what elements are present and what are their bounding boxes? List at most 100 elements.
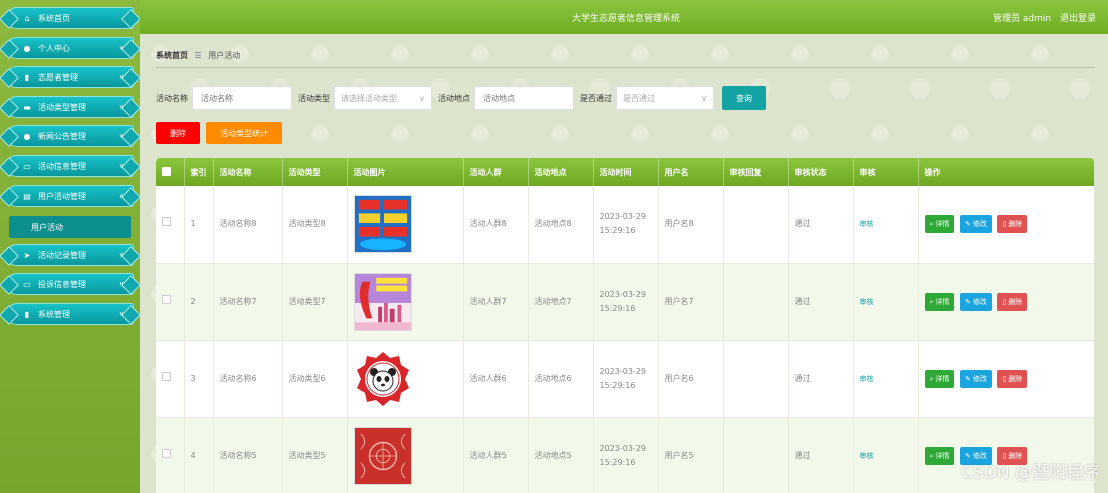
row-checkbox[interactable] xyxy=(156,186,185,264)
cell-operations: ⌕ 详情 ✎ 修改 ▯ 删除 xyxy=(918,340,1094,418)
activity-image-poster-blue xyxy=(353,195,412,254)
detail-button[interactable]: ⌕ 详情 xyxy=(924,369,955,388)
cell-time: 2023-03-29 15:29:16 xyxy=(593,263,659,341)
chevron-down-icon: ∨ xyxy=(118,280,124,288)
sidebar-item-personal-center[interactable]: ● 个人中心 ∨ xyxy=(6,37,134,59)
breadcrumb-home[interactable]: 系统首页 xyxy=(156,51,188,60)
sidebar-subitem-user-activity[interactable]: 用户活动 xyxy=(9,216,131,238)
send-icon: ➤ xyxy=(23,250,31,260)
sidebar-item-activity-info-management[interactable]: ▭ 活动信息管理 ∨ xyxy=(6,155,134,177)
sidebar-item-activity-record-management[interactable]: ➤ 活动记录管理 ∨ xyxy=(6,244,134,266)
trash-icon: ▯ xyxy=(1002,374,1007,383)
chart-icon: ▮ xyxy=(24,72,30,82)
sidebar-subitem-label: 用户活动 xyxy=(31,222,63,232)
cell-name: 活动名称7 xyxy=(213,263,283,341)
select-all-checkbox[interactable] xyxy=(156,158,185,186)
delete-button[interactable]: ▯ 删除 xyxy=(997,369,1028,388)
column-header: 活动名称 xyxy=(213,158,283,186)
activity-type-select[interactable]: 请选择活动类型 ∨ xyxy=(334,86,432,110)
chat-icon: ▭ xyxy=(23,161,31,171)
detail-button[interactable]: ⌕ 详情 xyxy=(924,215,955,234)
logout-link[interactable]: 退出登录 xyxy=(1060,14,1096,24)
sidebar-item-user-activity-management[interactable]: ▤ 用户活动管理 ∧ xyxy=(6,185,134,207)
cell-reply xyxy=(723,340,789,418)
query-button[interactable]: 查询 xyxy=(722,86,766,110)
edit-label: 修改 xyxy=(972,374,987,383)
cell-audit: 审核 xyxy=(853,186,919,264)
sidebar-item-system-management[interactable]: ▮ 系统管理 ∨ xyxy=(6,303,134,325)
edit-label: 修改 xyxy=(972,297,987,306)
sidebar-item-label: 系统管理 xyxy=(38,309,70,319)
delete-button[interactable]: ▯ 删除 xyxy=(997,292,1028,311)
chart-icon: ▮ xyxy=(24,309,30,319)
row-checkbox[interactable] xyxy=(156,263,185,341)
row-checkbox[interactable] xyxy=(156,340,185,418)
cell-crowd: 活动人群6 xyxy=(463,340,529,418)
cell-reply xyxy=(723,263,789,341)
sidebar-item-label: 投诉信息管理 xyxy=(38,279,86,289)
main-content: 系统首页 ☰ 用户活动 活动名称 活动类型 请选择活动类型 ∨ 活动地点 是否通… xyxy=(140,34,1108,493)
cell-type: 活动类型6 xyxy=(282,340,348,418)
activity-place-input[interactable] xyxy=(474,86,574,110)
search-form: 活动名称 活动类型 请选择活动类型 ∨ 活动地点 是否通过 是否通过 ∨ 查询 xyxy=(156,86,1106,110)
activity-image-logo-panda xyxy=(353,349,412,408)
cell-reply xyxy=(723,186,789,264)
audit-link[interactable]: 审核 xyxy=(860,452,874,460)
is-passed-select[interactable]: 是否通过 ∨ xyxy=(616,86,714,110)
detail-label: 详情 xyxy=(935,297,950,306)
cell-status: 通过 xyxy=(788,186,854,264)
search-icon: ⌕ xyxy=(929,220,934,229)
sidebar-item-complaint-management[interactable]: ▭ 投诉信息管理 ∨ xyxy=(6,273,134,295)
cell-audit: 审核 xyxy=(853,417,919,493)
activity-image-pattern-red xyxy=(353,426,412,485)
activity-type-stats-button[interactable]: 活动类型统计 xyxy=(206,122,282,144)
cell-place: 活动地点5 xyxy=(528,417,594,493)
audit-link[interactable]: 审核 xyxy=(860,375,874,383)
sidebar-item-label: 新闻公告管理 xyxy=(38,131,86,141)
row-checkbox[interactable] xyxy=(156,417,185,493)
sidebar-item-activity-type-management[interactable]: ▬ 活动类型管理 ∨ xyxy=(6,96,134,118)
cell-name: 活动名称6 xyxy=(213,340,283,418)
sidebar-item-home[interactable]: ⌂ 系统首页 xyxy=(6,7,134,29)
cell-crowd: 活动人群8 xyxy=(463,186,529,264)
cell-user: 用户名7 xyxy=(658,263,724,341)
cell-user: 用户名5 xyxy=(658,417,724,493)
detail-button[interactable]: ⌕ 详情 xyxy=(924,292,955,311)
cell-status: 通过 xyxy=(788,417,854,493)
sidebar-item-label: 活动类型管理 xyxy=(38,102,86,112)
cell-time: 2023-03-29 15:29:16 xyxy=(593,186,659,264)
activity-image-poster-volunteer xyxy=(353,272,412,331)
audit-link[interactable]: 审核 xyxy=(860,298,874,306)
action-bar: 删除 活动类型统计 xyxy=(156,122,282,144)
edit-button[interactable]: ✎ 修改 xyxy=(959,369,992,388)
cell-status: 通过 xyxy=(788,340,854,418)
audit-link[interactable]: 审核 xyxy=(860,220,874,228)
search-icon: ⌕ xyxy=(929,374,934,383)
column-header: 审核 xyxy=(853,158,919,186)
cell-operations: ⌕ 详情 ✎ 修改 ▯ 删除 xyxy=(918,263,1094,341)
activity-name-input[interactable] xyxy=(192,86,292,110)
sidebar-item-news-management[interactable]: ● 新闻公告管理 ∨ xyxy=(6,125,134,147)
chevron-down-icon: ∨ xyxy=(118,103,124,111)
chevron-down-icon: ∨ xyxy=(118,44,124,52)
trash-icon: ▯ xyxy=(1002,220,1007,229)
cell-place: 活动地点8 xyxy=(528,186,594,264)
edit-button[interactable]: ✎ 修改 xyxy=(959,292,992,311)
chevron-down-icon: ∨ xyxy=(118,162,124,170)
delete-button[interactable]: ▯ 删除 xyxy=(997,215,1028,234)
cell-reply xyxy=(723,417,789,493)
cell-time: 2023-03-29 15:29:16 xyxy=(593,340,659,418)
cell-image xyxy=(347,186,464,264)
person-icon: ● xyxy=(23,43,31,53)
is-passed-placeholder: 是否通过 xyxy=(623,93,655,103)
sidebar-item-volunteer-management[interactable]: ▮ 志愿者管理 ∨ xyxy=(6,66,134,88)
home-icon: ⌂ xyxy=(24,13,30,23)
trash-icon: ▯ xyxy=(1002,297,1007,306)
edit-button[interactable]: ✎ 修改 xyxy=(959,215,992,234)
table-header-row: 索引 活动名称 活动类型 活动图片 活动人群 活动地点 活动时间 用户名 审核回… xyxy=(156,158,1094,186)
detail-button[interactable]: ⌕ 详情 xyxy=(924,446,955,465)
edit-icon: ✎ xyxy=(964,374,971,383)
batch-delete-button[interactable]: 删除 xyxy=(156,122,200,144)
sidebar-item-label: 活动记录管理 xyxy=(38,250,86,260)
breadcrumb-separator-icon: ☰ xyxy=(194,51,202,60)
